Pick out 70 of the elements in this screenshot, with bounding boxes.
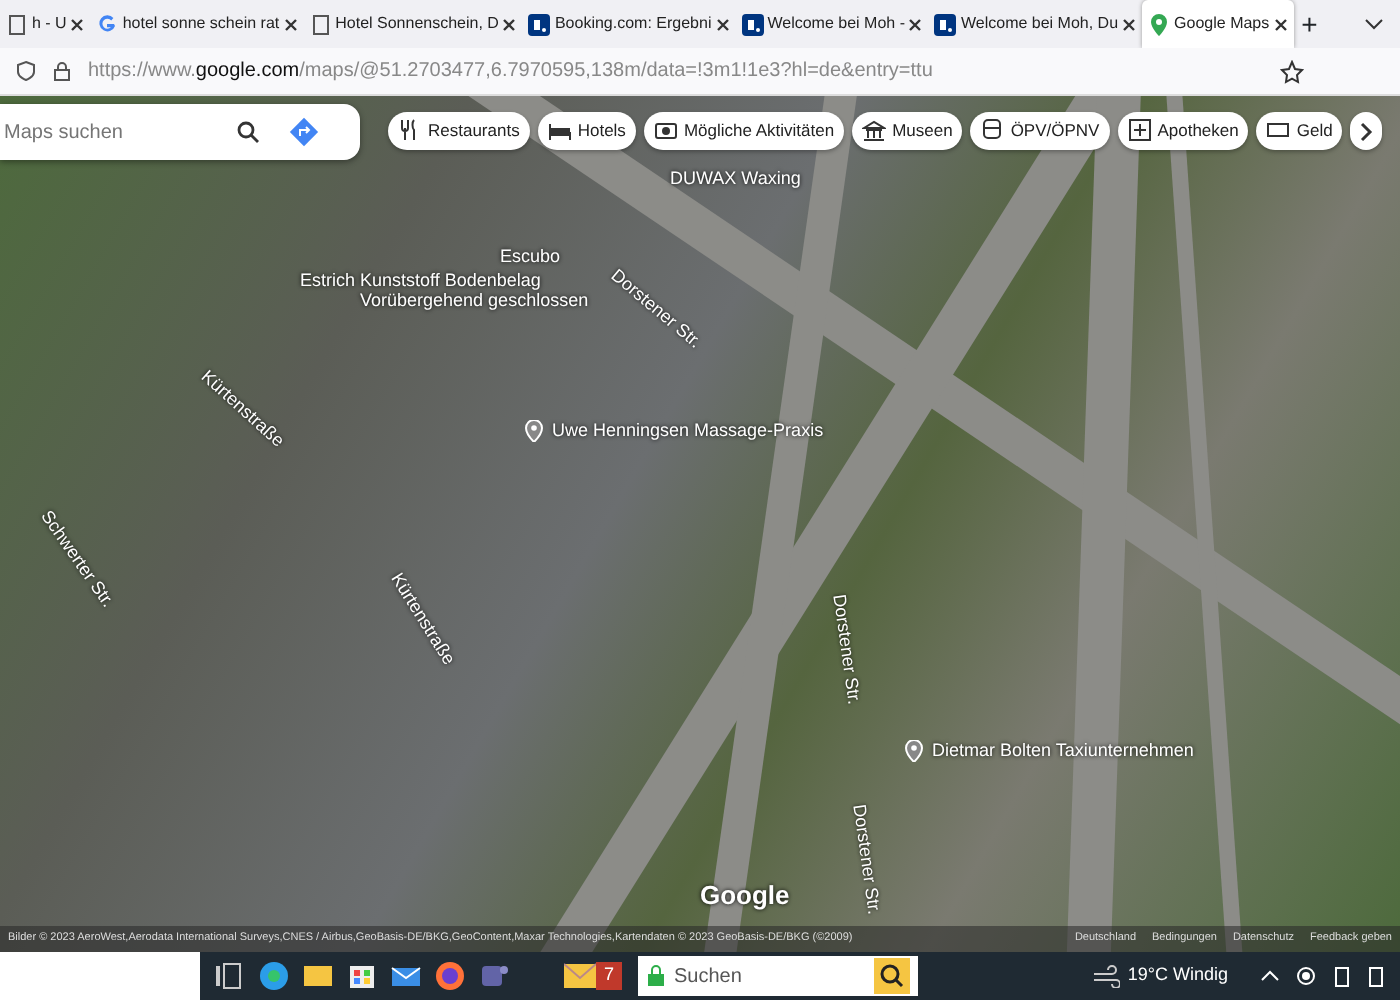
chevron-up-icon[interactable] xyxy=(1260,968,1280,984)
tab-title: Google Maps xyxy=(1174,12,1270,36)
mail-count: 7 xyxy=(596,962,623,990)
category-chip[interactable]: Museen xyxy=(852,112,963,150)
satellite-map[interactable] xyxy=(0,96,1400,952)
browser-tab[interactable]: Booking.com: Ergebni xyxy=(522,0,736,48)
bed-icon xyxy=(547,118,572,143)
browser-tab[interactable]: Welcome bei Moh - xyxy=(735,0,929,48)
booking-icon xyxy=(528,13,551,35)
record-icon[interactable] xyxy=(1296,966,1316,986)
place-label[interactable]: Dietmar Bolten Taxiunternehmen xyxy=(904,740,1194,762)
close-icon[interactable] xyxy=(70,17,85,31)
place-label[interactable]: DUWAX Waxing xyxy=(670,170,801,190)
browser-tab[interactable]: Welcome bei Moh, Du xyxy=(928,0,1143,48)
street-label: Dorstener Str. xyxy=(827,592,867,707)
booking-icon xyxy=(741,13,764,35)
close-icon[interactable] xyxy=(908,17,923,31)
chevron-down-icon[interactable] xyxy=(1364,16,1384,32)
weather-text[interactable]: 19°C Windig xyxy=(1127,962,1228,990)
tab-title: Booking.com: Ergebni xyxy=(554,12,712,36)
category-chip[interactable]: Apotheken xyxy=(1117,112,1249,150)
place-label[interactable]: Escubo xyxy=(500,248,561,268)
wind-icon xyxy=(1091,964,1120,988)
page-icon xyxy=(6,13,28,35)
search-icon[interactable] xyxy=(874,958,911,994)
pharmacy-icon xyxy=(1127,118,1152,143)
envelope-icon[interactable] xyxy=(564,960,596,992)
category-chip[interactable]: Restaurants xyxy=(388,112,530,150)
category-chip[interactable]: ÖPV/ÖPNV xyxy=(970,112,1110,150)
g-logo-icon xyxy=(96,13,119,35)
device-icon[interactable] xyxy=(1332,965,1352,987)
search-bar[interactable]: Maps suchen xyxy=(0,104,360,160)
page-icon xyxy=(309,13,332,35)
place-label[interactable]: Estrich Kunststoff Bodenbelag xyxy=(300,272,541,292)
shield-icon xyxy=(16,60,36,82)
new-tab-button[interactable]: + xyxy=(1293,3,1326,45)
browser-tab[interactable]: h - U xyxy=(0,0,91,48)
tab-title: Welcome bei Moh, Du xyxy=(960,12,1119,36)
star-icon[interactable] xyxy=(1280,59,1304,83)
lock-icon xyxy=(646,964,667,988)
tab-title: Welcome bei Moh - xyxy=(767,12,905,36)
close-icon[interactable] xyxy=(1122,17,1137,31)
battery-icon[interactable] xyxy=(1368,964,1384,988)
search-icon[interactable] xyxy=(236,120,260,144)
chevron-right-icon[interactable] xyxy=(1350,112,1383,150)
booking-icon xyxy=(934,13,957,35)
category-chip[interactable]: Mögliche Aktivitäten xyxy=(643,112,845,150)
lock-icon xyxy=(52,60,72,82)
taskbar-search-field[interactable]: Suchen xyxy=(638,956,919,996)
close-icon[interactable] xyxy=(502,17,517,31)
bus-icon xyxy=(980,118,1005,143)
close-icon[interactable] xyxy=(715,17,730,31)
museum-icon xyxy=(862,118,887,143)
search-field[interactable]: Maps suchen xyxy=(0,115,220,149)
browser-tab[interactable]: hotel sonne schein rat xyxy=(90,0,304,48)
tab-title: Hotel Sonnenschein, D xyxy=(335,12,499,36)
tab-title: h - U xyxy=(32,12,67,36)
browser-tab[interactable]: Google Maps xyxy=(1142,0,1294,48)
close-icon[interactable] xyxy=(283,17,298,31)
camera-icon xyxy=(653,118,678,143)
category-chip[interactable]: Geld xyxy=(1256,112,1343,150)
place-label[interactable]: Uwe Henningsen Massage-Praxis xyxy=(524,420,824,442)
close-icon[interactable] xyxy=(1273,17,1288,31)
street-label: Dorstener Str. xyxy=(847,802,887,917)
tab-title: hotel sonne schein rat xyxy=(122,12,280,36)
google-logo: Google xyxy=(700,878,790,914)
map-pin-icon xyxy=(1148,13,1171,35)
place-label[interactable]: Vorübergehend geschlossen xyxy=(360,292,589,312)
category-chip[interactable]: Hotels xyxy=(537,112,636,150)
browser-tab[interactable]: Hotel Sonnenschein, D xyxy=(303,0,523,48)
